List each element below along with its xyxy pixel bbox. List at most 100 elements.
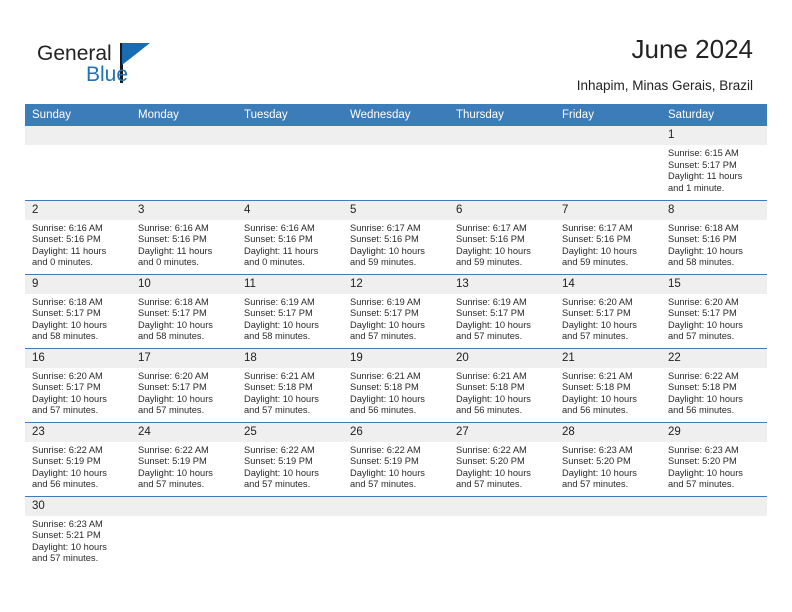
daylight-text-line1: Daylight: 10 hours [562, 245, 637, 256]
day-cell[interactable]: 13 Sunrise: 6:19 AM Sunset: 5:17 PM Dayl… [449, 273, 555, 348]
sunset-text: Sunset: 5:17 PM [668, 159, 737, 170]
day-cell[interactable]: 3 Sunrise: 6:16 AM Sunset: 5:16 PM Dayli… [131, 199, 237, 274]
daylight-text-line1: Daylight: 11 hours [244, 245, 319, 256]
daylight-text-line1: Daylight: 10 hours [244, 319, 319, 330]
day-cell[interactable]: 15 Sunrise: 6:20 AM Sunset: 5:17 PM Dayl… [661, 273, 767, 348]
daylight-text-line1: Daylight: 10 hours [668, 393, 743, 404]
daylight-text-line1: Daylight: 10 hours [456, 393, 531, 404]
day-details: Sunrise: 6:18 AM Sunset: 5:17 PM Dayligh… [131, 294, 237, 343]
daylight-text-line1: Daylight: 10 hours [32, 319, 107, 330]
day-cell[interactable]: 10 Sunrise: 6:18 AM Sunset: 5:17 PM Dayl… [131, 273, 237, 348]
day-cell[interactable] [555, 495, 661, 570]
day-number: 30 [25, 496, 131, 516]
daylight-text-line2: and 59 minutes. [456, 257, 523, 268]
day-cell[interactable]: 26 Sunrise: 6:22 AM Sunset: 5:19 PM Dayl… [343, 421, 449, 496]
weekday-header-tuesday: Tuesday [237, 104, 343, 126]
day-number [343, 496, 449, 516]
day-cell[interactable]: 22 Sunrise: 6:22 AM Sunset: 5:18 PM Dayl… [661, 347, 767, 422]
day-cell[interactable] [343, 126, 449, 200]
day-cell[interactable]: 16 Sunrise: 6:20 AM Sunset: 5:17 PM Dayl… [25, 347, 131, 422]
day-cell[interactable]: 5 Sunrise: 6:17 AM Sunset: 5:16 PM Dayli… [343, 199, 449, 274]
day-cell[interactable]: 6 Sunrise: 6:17 AM Sunset: 5:16 PM Dayli… [449, 199, 555, 274]
day-cell[interactable]: 25 Sunrise: 6:22 AM Sunset: 5:19 PM Dayl… [237, 421, 343, 496]
day-cell[interactable] [237, 126, 343, 200]
day-cell[interactable]: 27 Sunrise: 6:22 AM Sunset: 5:20 PM Dayl… [449, 421, 555, 496]
sunrise-text: Sunrise: 6:20 AM [562, 296, 633, 307]
day-cell[interactable]: 19 Sunrise: 6:21 AM Sunset: 5:18 PM Dayl… [343, 347, 449, 422]
day-cell[interactable]: 21 Sunrise: 6:21 AM Sunset: 5:18 PM Dayl… [555, 347, 661, 422]
day-cell[interactable]: 30 Sunrise: 6:23 AM Sunset: 5:21 PM Dayl… [25, 495, 131, 570]
sunset-text: Sunset: 5:17 PM [138, 308, 207, 319]
day-cell[interactable]: 4 Sunrise: 6:16 AM Sunset: 5:16 PM Dayli… [237, 199, 343, 274]
sunrise-text: Sunrise: 6:17 AM [350, 222, 421, 233]
day-details: Sunrise: 6:21 AM Sunset: 5:18 PM Dayligh… [343, 368, 449, 417]
sunrise-text: Sunrise: 6:15 AM [668, 148, 739, 158]
daylight-text-line1: Daylight: 10 hours [456, 319, 531, 330]
day-cell[interactable]: 17 Sunrise: 6:20 AM Sunset: 5:17 PM Dayl… [131, 347, 237, 422]
daylight-text-line1: Daylight: 10 hours [562, 467, 637, 478]
day-cell[interactable]: 23 Sunrise: 6:22 AM Sunset: 5:19 PM Dayl… [25, 421, 131, 496]
sunrise-text: Sunrise: 6:21 AM [244, 370, 315, 381]
sunrise-text: Sunrise: 6:21 AM [350, 370, 421, 381]
day-details: Sunrise: 6:21 AM Sunset: 5:18 PM Dayligh… [237, 368, 343, 417]
day-number: 12 [343, 274, 449, 294]
day-details: Sunrise: 6:19 AM Sunset: 5:17 PM Dayligh… [237, 294, 343, 343]
weekday-header-row: Sunday Monday Tuesday Wednesday Thursday… [25, 104, 767, 126]
day-cell[interactable]: 7 Sunrise: 6:17 AM Sunset: 5:16 PM Dayli… [555, 199, 661, 274]
day-cell[interactable] [25, 126, 131, 200]
day-cell[interactable] [555, 126, 661, 200]
page-location: Inhapim, Minas Gerais, Brazil [576, 78, 753, 93]
day-cell[interactable] [449, 495, 555, 570]
daylight-text-line2: and 57 minutes. [456, 331, 523, 342]
day-cell[interactable] [449, 126, 555, 200]
daylight-text-line2: and 56 minutes. [32, 479, 99, 490]
daylight-text-line2: and 58 minutes. [138, 331, 205, 342]
sunrise-text: Sunrise: 6:22 AM [456, 444, 527, 455]
day-cell[interactable]: 1 Sunrise: 6:15 AM Sunset: 5:17 PM Dayli… [661, 126, 767, 200]
sunrise-text: Sunrise: 6:17 AM [456, 222, 527, 233]
calendar-week-row: 2 Sunrise: 6:16 AM Sunset: 5:16 PM Dayli… [25, 199, 767, 274]
day-number: 15 [661, 274, 767, 294]
day-cell[interactable]: 11 Sunrise: 6:19 AM Sunset: 5:17 PM Dayl… [237, 273, 343, 348]
day-number: 7 [555, 200, 661, 220]
sunrise-text: Sunrise: 6:20 AM [32, 370, 103, 381]
daylight-text-line2: and 58 minutes. [32, 331, 99, 342]
day-cell[interactable]: 8 Sunrise: 6:18 AM Sunset: 5:16 PM Dayli… [661, 199, 767, 274]
sunset-text: Sunset: 5:17 PM [668, 308, 737, 319]
day-number: 24 [131, 422, 237, 442]
day-cell[interactable]: 29 Sunrise: 6:23 AM Sunset: 5:20 PM Dayl… [661, 421, 767, 496]
day-number: 10 [131, 274, 237, 294]
day-cell[interactable] [343, 495, 449, 570]
weekday-header-monday: Monday [131, 104, 237, 126]
day-details: Sunrise: 6:22 AM Sunset: 5:19 PM Dayligh… [25, 442, 131, 491]
day-cell[interactable]: 14 Sunrise: 6:20 AM Sunset: 5:17 PM Dayl… [555, 273, 661, 348]
daylight-text-line1: Daylight: 10 hours [350, 319, 425, 330]
general-blue-logo[interactable]: General Blue [37, 42, 197, 92]
sunset-text: Sunset: 5:16 PM [32, 234, 101, 245]
day-number [449, 496, 555, 516]
day-cell[interactable] [131, 126, 237, 200]
triangle-flag-icon [122, 43, 150, 65]
day-cell[interactable]: 9 Sunrise: 6:18 AM Sunset: 5:17 PM Dayli… [25, 273, 131, 348]
calendar-week-row: 30 Sunrise: 6:23 AM Sunset: 5:21 PM Dayl… [25, 495, 767, 570]
day-number: 28 [555, 422, 661, 442]
day-cell[interactable]: 18 Sunrise: 6:21 AM Sunset: 5:18 PM Dayl… [237, 347, 343, 422]
day-cell[interactable]: 28 Sunrise: 6:23 AM Sunset: 5:20 PM Dayl… [555, 421, 661, 496]
day-cell[interactable] [131, 495, 237, 570]
day-details: Sunrise: 6:18 AM Sunset: 5:17 PM Dayligh… [25, 294, 131, 343]
day-cell[interactable] [237, 495, 343, 570]
day-cell[interactable] [661, 495, 767, 570]
day-details: Sunrise: 6:23 AM Sunset: 5:21 PM Dayligh… [25, 516, 131, 565]
day-cell[interactable]: 20 Sunrise: 6:21 AM Sunset: 5:18 PM Dayl… [449, 347, 555, 422]
day-details: Sunrise: 6:20 AM Sunset: 5:17 PM Dayligh… [661, 294, 767, 343]
day-number: 19 [343, 348, 449, 368]
daylight-text-line1: Daylight: 10 hours [350, 467, 425, 478]
daylight-text-line2: and 57 minutes. [668, 479, 735, 490]
day-cell[interactable]: 2 Sunrise: 6:16 AM Sunset: 5:16 PM Dayli… [25, 199, 131, 274]
sunset-text: Sunset: 5:16 PM [350, 234, 419, 245]
daylight-text-line1: Daylight: 10 hours [138, 467, 213, 478]
day-cell[interactable]: 12 Sunrise: 6:19 AM Sunset: 5:17 PM Dayl… [343, 273, 449, 348]
day-details: Sunrise: 6:22 AM Sunset: 5:19 PM Dayligh… [343, 442, 449, 491]
day-cell[interactable]: 24 Sunrise: 6:22 AM Sunset: 5:19 PM Dayl… [131, 421, 237, 496]
daylight-text-line1: Daylight: 10 hours [456, 467, 531, 478]
